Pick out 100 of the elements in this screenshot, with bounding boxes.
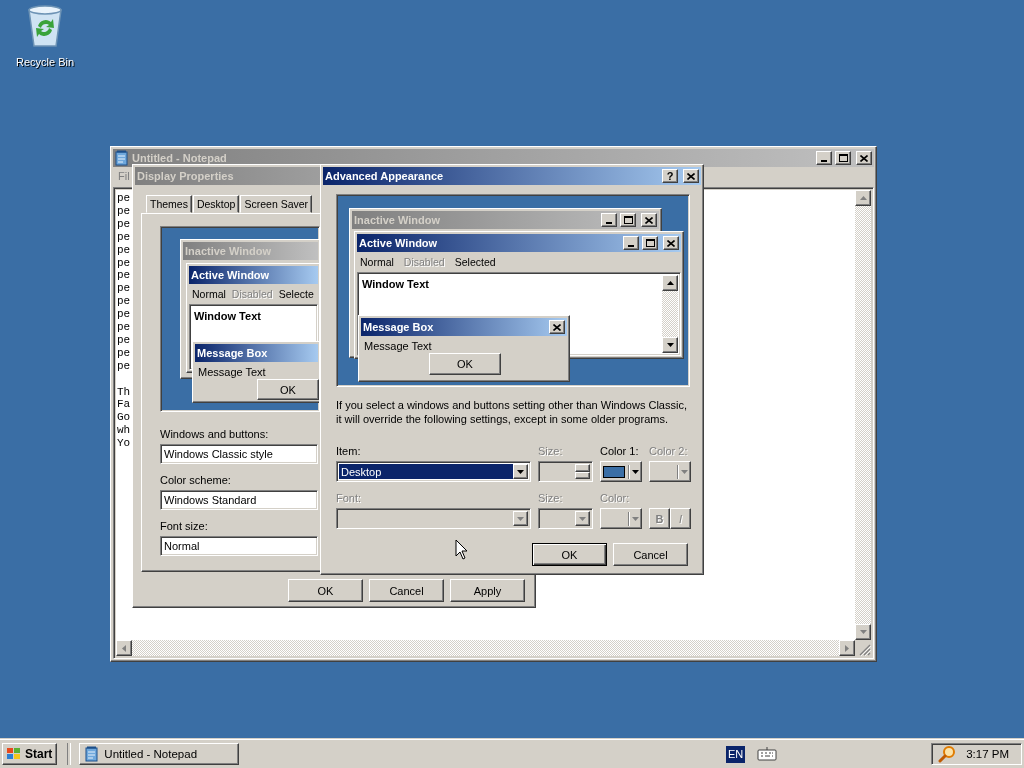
scroll-up-button[interactable] <box>855 190 871 206</box>
close-icon <box>687 172 695 180</box>
menu-item[interactable]: Normal <box>192 288 226 300</box>
dialog-button[interactable]: Cancel <box>613 543 688 566</box>
close-button[interactable] <box>641 213 657 227</box>
arrow-icon <box>517 469 524 474</box>
maximize-button[interactable] <box>642 236 658 250</box>
window-title: Message Box <box>197 347 268 359</box>
tab[interactable]: Themes <box>146 195 192 213</box>
start-button[interactable]: Start <box>2 743 58 765</box>
dropdown[interactable]: Desktop <box>336 461 531 482</box>
spin-field[interactable] <box>538 461 593 482</box>
scroll-down-button[interactable] <box>662 337 678 353</box>
notepad-icon <box>85 746 100 762</box>
language-indicator[interactable]: EN <box>725 745 746 763</box>
text-line: pe <box>117 308 131 322</box>
color-picker-button[interactable] <box>600 508 642 529</box>
close-button[interactable] <box>683 169 699 183</box>
scroll-right-button[interactable] <box>839 640 855 656</box>
arrow-icon <box>632 469 639 474</box>
minimize-button[interactable] <box>601 213 617 227</box>
magnifier-icon[interactable] <box>938 745 957 763</box>
arrow-icon <box>122 644 126 652</box>
window-title: Active Window <box>191 269 270 281</box>
field-label: Item: <box>336 444 362 458</box>
tab[interactable]: Desktop <box>192 195 240 213</box>
field-label: Size: <box>538 444 564 458</box>
dialog-button[interactable]: OK <box>532 543 607 566</box>
text-line: pe <box>117 359 131 373</box>
dropdown[interactable]: Windows Classic style <box>160 444 318 464</box>
text-line: pe <box>117 282 131 296</box>
close-icon <box>860 154 868 162</box>
color-picker-button[interactable] <box>600 461 642 482</box>
dropdown[interactable]: Normal <box>160 536 318 556</box>
ok-button[interactable]: OK <box>429 353 501 375</box>
close-icon <box>667 239 675 247</box>
arrow-icon <box>666 343 674 347</box>
dialog-button[interactable]: OK <box>288 579 363 602</box>
dialog-button[interactable]: Apply <box>450 579 525 602</box>
text-line: wh <box>117 424 131 438</box>
help-button[interactable]: ? <box>662 169 678 183</box>
clock[interactable]: 3:17 PM <box>966 748 1009 760</box>
icon-label[interactable]: Recycle Bin <box>15 56 75 68</box>
text-line: pe <box>117 295 131 309</box>
arrow-icon <box>859 630 867 634</box>
keyboard-icon[interactable] <box>757 747 778 761</box>
window-title: Inactive Window <box>185 245 272 257</box>
arrow-icon <box>681 469 688 474</box>
text-line: pe <box>117 217 131 231</box>
field-label: Color 2: <box>649 444 689 458</box>
field-label: Font size: <box>160 519 208 533</box>
scroll-left-button[interactable] <box>116 640 132 656</box>
dialog-button[interactable]: Cancel <box>369 579 444 602</box>
close-button[interactable] <box>549 320 565 334</box>
arrow-icon <box>845 644 849 652</box>
window-title: Untitled - Notepad <box>132 152 227 164</box>
maximize-icon <box>623 216 633 224</box>
close-button[interactable] <box>663 236 679 250</box>
mouse-pointer-icon <box>455 539 469 561</box>
windows-flag-icon <box>6 747 22 761</box>
spin-arrows-icon[interactable] <box>575 464 590 479</box>
scroll-up-button[interactable] <box>662 275 678 291</box>
field-label: Size: <box>538 491 564 505</box>
scroll-down-button[interactable] <box>855 624 871 640</box>
minimize-button[interactable] <box>623 236 639 250</box>
close-button[interactable] <box>856 151 872 165</box>
window-title: Active Window <box>359 237 438 249</box>
maximize-button[interactable] <box>620 213 636 227</box>
menu-item[interactable]: Selected <box>454 256 496 268</box>
color-picker-button[interactable] <box>649 461 691 482</box>
arrow-icon <box>632 516 639 521</box>
window-text: Window Text <box>361 277 430 292</box>
text-line: Go <box>117 411 131 425</box>
arrow-icon <box>579 516 586 521</box>
tab[interactable]: Screen Saver <box>240 195 313 213</box>
close-icon <box>645 216 653 224</box>
arrow-icon <box>666 281 674 285</box>
text-line: Yo <box>117 437 131 451</box>
window-title: Advanced Appearance <box>325 170 444 182</box>
notepad-icon <box>115 150 129 166</box>
field-label: Color 1: <box>600 444 640 458</box>
field-label: Color: <box>600 491 631 505</box>
window-text: Window Text <box>193 309 262 324</box>
size-grip-icon[interactable] <box>859 644 871 656</box>
window-title: Display Properties <box>137 170 234 182</box>
maximize-button[interactable] <box>835 151 851 165</box>
text-line: Th <box>117 385 131 399</box>
menu-item[interactable]: Normal <box>360 256 394 268</box>
field-label: Windows and buttons: <box>160 427 269 441</box>
maximize-icon <box>838 154 848 162</box>
taskbar-button[interactable]: Untitled - Notepad <box>79 743 240 765</box>
ok-button[interactable]: OK <box>257 379 319 400</box>
message-text: Message Text <box>197 365 267 379</box>
arrow-icon <box>859 196 867 200</box>
dropdown[interactable]: Windows Standard <box>160 490 318 510</box>
message-text: Message Text <box>363 339 433 353</box>
minimize-button[interactable] <box>816 151 832 165</box>
text-line: pe <box>117 321 131 334</box>
maximize-icon <box>645 239 655 247</box>
menu-item[interactable]: Selecte <box>278 288 314 300</box>
